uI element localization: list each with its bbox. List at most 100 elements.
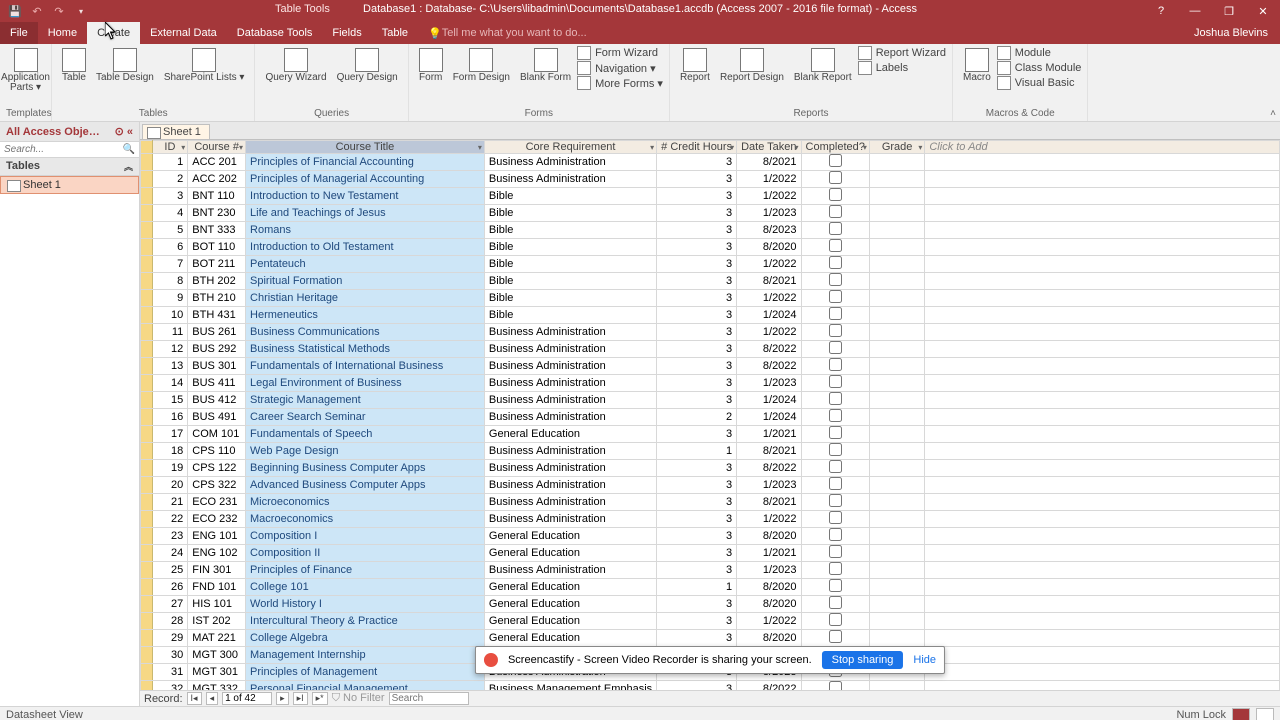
completed-checkbox[interactable] [829,681,842,690]
table-row[interactable]: 24ENG 102Composition IIGeneral Education… [141,545,1280,562]
prev-record-button[interactable]: ◂ [206,692,219,705]
table-row[interactable]: 14BUS 411Legal Environment of BusinessBu… [141,375,1280,392]
completed-checkbox[interactable] [829,477,842,490]
table-design-button[interactable]: Table Design [92,46,158,85]
completed-checkbox[interactable] [829,460,842,473]
column-header[interactable]: ID▾ [152,141,188,154]
table-row[interactable]: 6BOT 110Introduction to Old TestamentBib… [141,239,1280,256]
completed-checkbox[interactable] [829,273,842,286]
collapse-ribbon-icon[interactable]: ˄ [1270,108,1276,119]
tab-home[interactable]: Home [38,22,87,44]
report-button[interactable]: Report [676,46,714,85]
query-design-button[interactable]: Query Design [333,46,402,85]
application-parts-button[interactable]: Application Parts ▾ [6,46,45,95]
hide-share-button[interactable]: Hide [913,654,936,666]
query-wizard-button[interactable]: Query Wizard [261,46,330,85]
sharepoint-lists-button[interactable]: SharePoint Lists ▾ [160,46,249,85]
next-record-button[interactable]: ▸ [276,692,289,705]
column-header[interactable]: Date Taken▾ [737,141,801,154]
table-row[interactable]: 8BTH 202Spiritual FormationBible38/2021 [141,273,1280,290]
column-header[interactable]: Course #▾ [188,141,246,154]
completed-checkbox[interactable] [829,613,842,626]
design-view-button[interactable] [1256,708,1274,720]
nav-item-sheet1[interactable]: Sheet 1 [0,176,139,194]
completed-checkbox[interactable] [829,579,842,592]
tell-me-input[interactable]: 💡 Tell me what you want to do... [418,22,1182,44]
form-button[interactable]: Form [415,46,447,90]
table-row[interactable]: 1ACC 201Principles of Financial Accounti… [141,154,1280,171]
first-record-button[interactable]: I◂ [187,692,202,705]
table-row[interactable]: 15BUS 412Strategic ManagementBusiness Ad… [141,392,1280,409]
completed-checkbox[interactable] [829,443,842,456]
completed-checkbox[interactable] [829,341,842,354]
table-row[interactable]: 10BTH 431HermeneuticsBible31/2024 [141,307,1280,324]
new-record-button[interactable]: ▸* [312,692,328,705]
report-wizard-button[interactable]: Report Wizard [858,46,946,60]
tab-file[interactable]: File [0,22,38,44]
completed-checkbox[interactable] [829,545,842,558]
select-all-cell[interactable] [141,141,153,154]
datasheet-view-button[interactable] [1232,708,1250,720]
stop-sharing-button[interactable]: Stop sharing [822,651,904,669]
redo-icon[interactable]: ↷ [50,2,68,20]
completed-checkbox[interactable] [829,596,842,609]
table-row[interactable]: 28IST 202Intercultural Theory & Practice… [141,613,1280,630]
blank-form-button[interactable]: Blank Form [516,46,575,90]
table-row[interactable]: 12BUS 292Business Statistical MethodsBus… [141,341,1280,358]
more-forms-button[interactable]: More Forms ▾ [577,76,663,90]
record-position-input[interactable] [222,692,272,705]
completed-checkbox[interactable] [829,630,842,643]
table-row[interactable]: 4BNT 230Life and Teachings of JesusBible… [141,205,1280,222]
tab-create[interactable]: Create [87,22,140,44]
completed-checkbox[interactable] [829,562,842,575]
table-row[interactable]: 26FND 101College 101General Education18/… [141,579,1280,596]
completed-checkbox[interactable] [829,392,842,405]
table-row[interactable]: 20CPS 322Advanced Business Computer Apps… [141,477,1280,494]
table-row[interactable]: 27HIS 101World History IGeneral Educatio… [141,596,1280,613]
column-header[interactable]: Grade▾ [869,141,924,154]
nav-group-tables[interactable]: Tables︽ [0,158,139,176]
table-row[interactable]: 32MGT 332Personal Financial ManagementBu… [141,681,1280,690]
nav-search-input[interactable] [4,144,123,155]
macro-button[interactable]: Macro [959,46,995,90]
blank-report-button[interactable]: Blank Report [790,46,856,85]
table-row[interactable]: 21ECO 231MicroeconomicsBusiness Administ… [141,494,1280,511]
column-header[interactable]: # Credit Hours▾ [657,141,737,154]
table-row[interactable]: 5BNT 333RomansBible38/2023 [141,222,1280,239]
form-wizard-button[interactable]: Form Wizard [577,46,663,60]
undo-icon[interactable]: ↶ [28,2,46,20]
qat-dropdown-icon[interactable]: ▾ [72,2,90,20]
completed-checkbox[interactable] [829,409,842,422]
completed-checkbox[interactable] [829,188,842,201]
form-design-button[interactable]: Form Design [449,46,514,90]
table-row[interactable]: 25FIN 301Principles of FinanceBusiness A… [141,562,1280,579]
record-search-input[interactable] [389,692,469,705]
table-row[interactable]: 23ENG 101Composition IGeneral Education3… [141,528,1280,545]
table-button[interactable]: Table [58,46,90,85]
completed-checkbox[interactable] [829,154,842,167]
column-header[interactable]: Completed?▾ [801,141,869,154]
maximize-button[interactable]: ❐ [1212,0,1246,22]
help-button[interactable]: ? [1144,0,1178,22]
class-module-button[interactable]: Class Module [997,61,1082,75]
completed-checkbox[interactable] [829,511,842,524]
completed-checkbox[interactable] [829,205,842,218]
table-row[interactable]: 17COM 101Fundamentals of SpeechGeneral E… [141,426,1280,443]
table-row[interactable]: 29MAT 221College AlgebraGeneral Educatio… [141,630,1280,647]
table-row[interactable]: 13BUS 301Fundamentals of International B… [141,358,1280,375]
datasheet-grid[interactable]: ID▾Course #▾Course Title▾Core Requiremen… [140,140,1280,690]
tab-database-tools[interactable]: Database Tools [227,22,323,44]
completed-checkbox[interactable] [829,256,842,269]
completed-checkbox[interactable] [829,324,842,337]
column-header[interactable]: Course Title▾ [246,141,485,154]
completed-checkbox[interactable] [829,375,842,388]
table-row[interactable]: 3BNT 110Introduction to New TestamentBib… [141,188,1280,205]
completed-checkbox[interactable] [829,358,842,371]
nav-pane-header[interactable]: All Access Obje…⊙ « [0,122,139,142]
tab-table[interactable]: Table [372,22,418,44]
navigation-button[interactable]: Navigation ▾ [577,61,663,75]
completed-checkbox[interactable] [829,426,842,439]
minimize-button[interactable]: — [1178,0,1212,22]
labels-button[interactable]: Labels [858,61,946,75]
column-header[interactable]: Core Requirement▾ [484,141,656,154]
